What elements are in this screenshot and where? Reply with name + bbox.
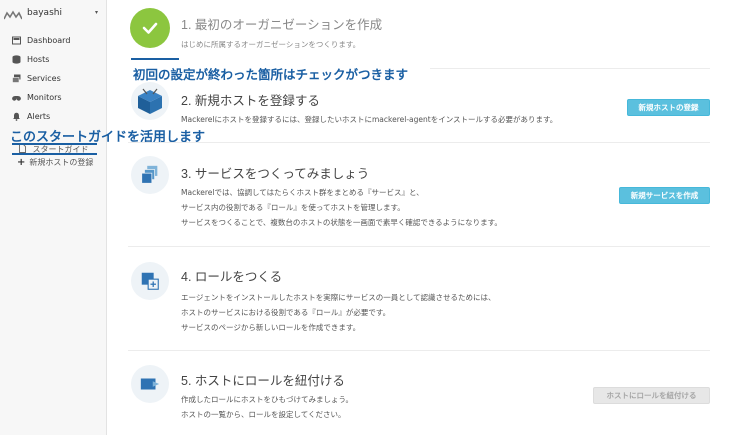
host-role-link-icon [131, 365, 169, 403]
hosts-icon [12, 54, 21, 64]
document-icon [19, 144, 26, 153]
step-3-desc-line-2: サービス内の役割である『ロール』を使ってホストを管理します。 [181, 203, 405, 212]
role-add-icon [131, 262, 169, 300]
checkmark-glyph [142, 22, 158, 34]
sidebar-item-label: Monitors [27, 92, 62, 102]
divider [128, 350, 710, 351]
sidebar-item-alerts[interactable]: Alerts [12, 109, 50, 123]
step-2-title: 2. 新規ホストを登録する [181, 94, 320, 108]
org-name: bayashi [27, 8, 62, 18]
annotation-underline [12, 143, 97, 145]
sidebar-item-label: Alerts [27, 111, 51, 121]
monitors-icon [12, 95, 21, 101]
sidebar-item-dashboard[interactable]: Dashboard [12, 33, 70, 47]
step-4-desc-line-3: サービスのページから新しいロールを作成できます。 [181, 323, 361, 332]
bell-icon [13, 112, 20, 121]
role-add-glyph [141, 272, 159, 290]
sidebar-item-register-host[interactable]: + 新規ホストの登録 [17, 157, 93, 168]
sidebar-item-monitors[interactable]: Monitors [12, 90, 62, 104]
service-stack-glyph [141, 165, 158, 184]
sidebar-item-services[interactable]: Services [12, 71, 61, 85]
divider [128, 246, 710, 247]
sidebar-item-label: Hosts [27, 54, 50, 64]
services-icon [12, 74, 21, 83]
org-switcher[interactable]: bayashi ▾ [0, 4, 106, 26]
plus-icon: + [17, 157, 26, 168]
divider [128, 142, 710, 143]
step-3-desc-line-3: サービスをつくることで、複数台のホストの状態を一画面で素早く確認できるようになり… [181, 218, 502, 227]
step-4-desc-line-1: エージェントをインストールしたホストを実際にサービスの一員として認識させるために… [181, 293, 496, 302]
step-2-desc: Mackerelにホストを登録するには、登録したいホストにmackerel-ag… [181, 115, 558, 124]
annotation-check-note: 初回の設定が終わった箇所はチェックがつきます [133, 68, 409, 82]
host-role-link-glyph [140, 378, 160, 390]
annotation-underline [12, 153, 97, 155]
sidebar-item-hosts[interactable]: Hosts [12, 52, 49, 66]
host-box-glyph [138, 88, 162, 114]
sidebar: bayashi ▾ Dashboard Hosts Services Monit… [0, 0, 107, 435]
create-service-button[interactable]: 新規サービスを作成 [619, 187, 710, 204]
chevron-down-icon[interactable]: ▾ [95, 9, 98, 16]
step-5-title: 5. ホストにロールを紐付ける [181, 374, 345, 388]
service-stack-icon [131, 156, 169, 194]
dashboard-icon [12, 36, 21, 44]
step-5-desc-line-2: ホストの一覧から、ロールを設定してください。 [181, 410, 346, 419]
annotation-underline [131, 58, 179, 60]
step-3-title: 3. サービスをつくってみましょう [181, 167, 370, 181]
sidebar-item-label: Services [27, 73, 61, 83]
step-1-title: 1. 最初のオーガニゼーションを作成 [181, 18, 383, 32]
step-4-desc-line-2: ホストのサービスにおける役割である『ロール』が必要です。 [181, 308, 391, 317]
host-box-icon [131, 82, 169, 120]
sidebar-item-label: Dashboard [27, 35, 71, 45]
step-4-title: 4. ロールをつくる [181, 270, 283, 284]
step-1-desc: はじめに所属するオーガニゼーションをつくります。 [181, 40, 361, 49]
register-host-button[interactable]: 新規ホストの登録 [627, 99, 710, 116]
link-role-to-host-button[interactable]: ホストにロールを紐付ける [593, 387, 710, 404]
step-5-desc-line-1: 作成したロールにホストをひもづけてみましょう。 [181, 395, 354, 404]
org-logo-icon [4, 10, 22, 20]
step-3-desc-line-1: Mackerelでは、協調してはたらくホスト群をまとめる『サービス』と、 [181, 188, 424, 197]
check-icon [130, 8, 170, 48]
sidebar-item-label: 新規ホストの登録 [29, 158, 94, 167]
divider [430, 68, 710, 69]
